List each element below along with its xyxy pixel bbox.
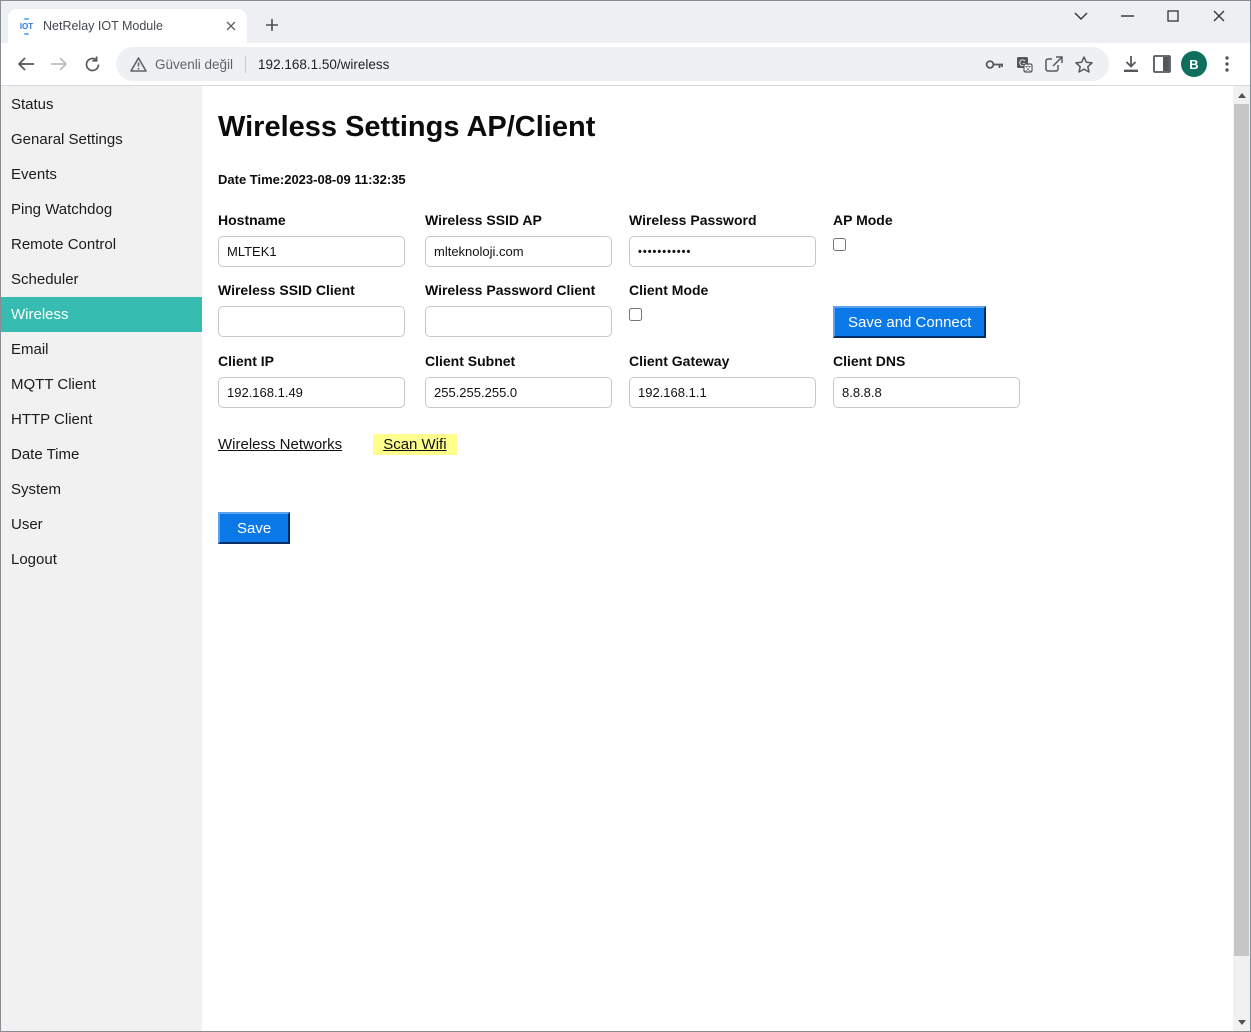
hostname-field-group: Hostname [218,212,425,267]
save-connect-group: Save and Connect [833,282,1083,338]
bookmark-star-icon[interactable] [1069,49,1099,79]
sidebar-nav: Status Genaral Settings Events Ping Watc… [1,86,202,1032]
client-ip-label: Client IP [218,353,425,369]
wireless-password-field-group: Wireless Password [629,212,833,267]
client-ip-input[interactable] [218,377,405,408]
ap-mode-label: AP Mode [833,212,1083,228]
links-row: Wireless Networks Scan Wifi [218,434,1233,455]
password-client-input[interactable] [425,306,612,337]
forward-icon[interactable] [44,49,74,79]
ssid-ap-field-group: Wireless SSID AP [425,212,629,267]
client-dns-label: Client DNS [833,353,1083,369]
client-subnet-field-group: Client Subnet [425,353,629,408]
client-gateway-field-group: Client Gateway [629,353,833,408]
sidebar-item-general-settings[interactable]: Genaral Settings [1,122,202,157]
side-panel-icon[interactable] [1146,49,1177,80]
close-window-button[interactable] [1196,1,1242,31]
save-row: Save [218,512,1233,544]
scrollbar-thumb[interactable] [1234,104,1249,956]
scrollbar-down-icon[interactable] [1233,1015,1250,1030]
sidebar-item-remote-control[interactable]: Remote Control [1,227,202,262]
page-scrollbar[interactable] [1233,86,1250,1032]
hostname-label: Hostname [218,212,425,228]
client-mode-checkbox[interactable] [629,308,642,321]
client-ip-field-group: Client IP [218,353,425,408]
browser-window: IOT NetRelay IOT Module [0,0,1251,1032]
profile-avatar[interactable]: B [1181,51,1207,77]
ssid-client-input[interactable] [218,306,405,337]
security-label[interactable]: Güvenli değil [155,57,233,72]
scan-wifi-link[interactable]: Scan Wifi [373,434,456,455]
save-and-connect-button[interactable]: Save and Connect [833,306,986,338]
minimize-button[interactable] [1104,1,1150,31]
download-icon[interactable] [1115,49,1146,80]
sidebar-item-scheduler[interactable]: Scheduler [1,262,202,297]
menu-dots-icon[interactable] [1211,49,1242,80]
sidebar-item-email[interactable]: Email [1,332,202,367]
datetime-text: Date Time:2023-08-09 11:32:35 [218,172,1233,187]
client-gateway-input[interactable] [629,377,816,408]
reload-icon[interactable] [77,49,107,79]
sidebar-item-status[interactable]: Status [1,87,202,122]
sidebar-item-http-client[interactable]: HTTP Client [1,402,202,437]
tab-close-icon[interactable] [222,18,239,35]
back-icon[interactable] [11,49,41,79]
sidebar-item-logout[interactable]: Logout [1,542,202,577]
password-client-field-group: Wireless Password Client [425,282,629,338]
client-mode-field-group: Client Mode [629,282,833,338]
sidebar-item-wireless[interactable]: Wireless [1,297,202,332]
save-button[interactable]: Save [218,512,290,544]
chevron-down-icon[interactable] [1058,1,1104,31]
toolbar-right-cluster: B [1115,49,1242,80]
ssid-ap-input[interactable] [425,236,612,267]
client-subnet-input[interactable] [425,377,612,408]
client-gateway-label: Client Gateway [629,353,833,369]
client-subnet-label: Client Subnet [425,353,629,369]
client-dns-field-group: Client DNS [833,353,1083,408]
wireless-password-input[interactable] [629,236,816,267]
client-dns-input[interactable] [833,377,1020,408]
main-content: Wireless Settings AP/Client Date Time:20… [202,86,1233,1032]
site-favicon-icon: IOT [18,18,35,35]
maximize-button[interactable] [1150,1,1196,31]
sidebar-item-mqtt-client[interactable]: MQTT Client [1,367,202,402]
url-text[interactable]: 192.168.1.50/wireless [258,57,979,72]
sidebar-item-user[interactable]: User [1,507,202,542]
browser-tab[interactable]: IOT NetRelay IOT Module [8,9,247,43]
tab-title: NetRelay IOT Module [43,19,222,33]
share-icon[interactable] [1039,49,1069,79]
omnibox-divider [245,56,246,73]
ap-mode-field-group: AP Mode [833,212,1083,267]
ssid-client-label: Wireless SSID Client [218,282,425,298]
new-tab-button[interactable] [259,12,285,38]
sidebar-item-system[interactable]: System [1,472,202,507]
scrollbar-up-icon[interactable] [1233,88,1250,103]
wireless-password-label: Wireless Password [629,212,833,228]
ssid-client-field-group: Wireless SSID Client [218,282,425,338]
address-bar[interactable]: Güvenli değil 192.168.1.50/wireless G文 [116,47,1109,81]
translate-icon[interactable]: G文 [1009,49,1039,79]
sidebar-item-ping-watchdog[interactable]: Ping Watchdog [1,192,202,227]
ap-mode-checkbox[interactable] [833,238,846,251]
password-key-icon[interactable] [979,49,1009,79]
not-secure-warning-icon[interactable] [130,57,147,72]
wireless-networks-link[interactable]: Wireless Networks [218,436,342,453]
tab-strip: IOT NetRelay IOT Module [1,1,1250,43]
sidebar-item-events[interactable]: Events [1,157,202,192]
sidebar-item-date-time[interactable]: Date Time [1,437,202,472]
hostname-input[interactable] [218,236,405,267]
wireless-settings-form: Hostname Wireless SSID AP Wireless Passw… [218,212,1233,408]
page-title: Wireless Settings AP/Client [218,111,1233,144]
client-mode-label: Client Mode [629,282,833,298]
svg-text:文: 文 [1024,63,1031,72]
password-client-label: Wireless Password Client [425,282,629,298]
browser-toolbar: Güvenli değil 192.168.1.50/wireless G文 [1,43,1250,86]
ssid-ap-label: Wireless SSID AP [425,212,629,228]
window-controls [1058,1,1242,31]
